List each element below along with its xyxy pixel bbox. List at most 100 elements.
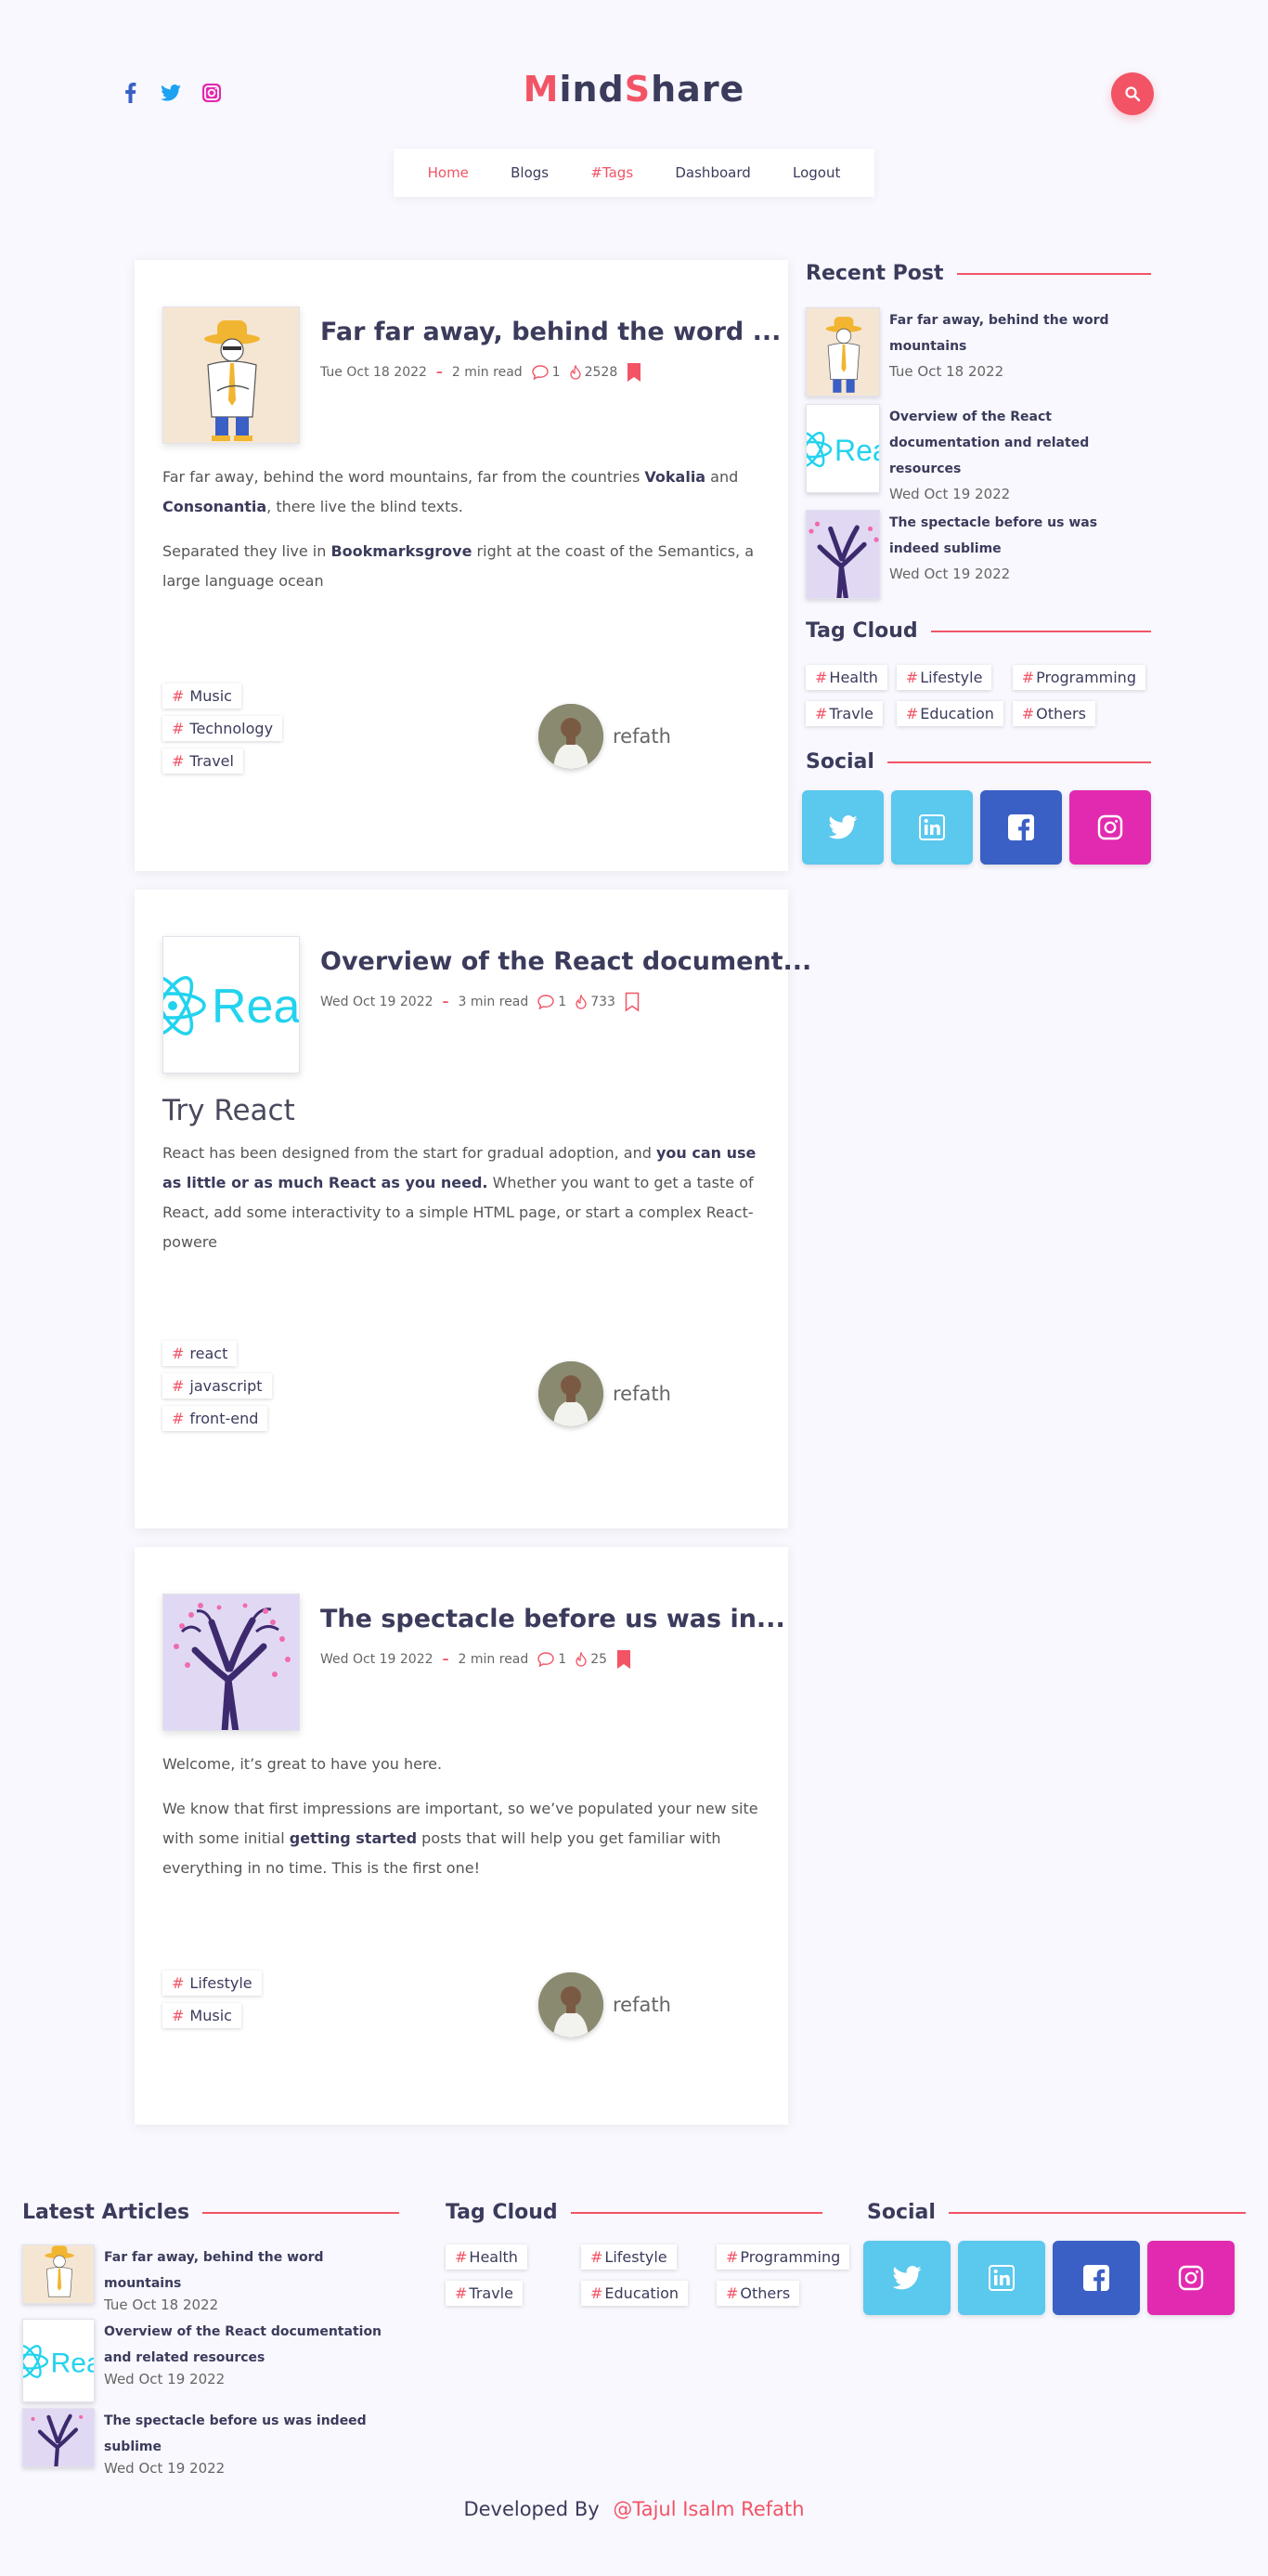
list-item[interactable]: Rea Overview of the React documentation … <box>806 404 1151 502</box>
recent-post-date: Wed Oct 19 2022 <box>889 566 1011 582</box>
tag-chip[interactable]: # Education <box>896 701 1003 726</box>
article-date: Wed Oct 19 2022 <box>104 2371 226 2387</box>
footer-tags: # Health # Lifestyle # Programming # Travle … <box>446 2244 850 2306</box>
bookmark-icon[interactable] <box>616 1649 631 1670</box>
main-nav: Home Blogs #Tags Dashboard Logout <box>394 149 874 197</box>
tag-cloud-heading: Tag Cloud <box>806 619 1151 643</box>
views-icon <box>576 1652 587 1667</box>
linkedin-button[interactable] <box>891 790 973 865</box>
article-thumbnail: Rea <box>22 2319 95 2402</box>
avatar <box>538 704 603 769</box>
instagram-button[interactable] <box>1069 790 1151 865</box>
comment-count: 1 <box>551 365 561 380</box>
nav-blogs[interactable]: Blogs <box>511 164 549 181</box>
site-logo[interactable]: MindShare <box>0 69 1268 110</box>
nav-logout[interactable]: Logout <box>793 164 840 181</box>
recent-post-title[interactable]: Overview of the React documentation and … <box>889 404 1151 482</box>
linkedin-icon <box>919 814 945 840</box>
list-item[interactable]: The spectacle before us was indeed subli… <box>806 510 1151 599</box>
svg-text:Rea: Rea <box>212 980 300 1034</box>
tag-chip[interactable]: # Programming <box>717 2244 850 2270</box>
article-thumbnail <box>22 2408 95 2467</box>
sidebar: Recent Post Far far away, behind the wor… <box>802 262 1151 865</box>
tag-chip[interactable]: # Programming <box>1012 665 1145 690</box>
instagram-button[interactable] <box>1147 2241 1235 2315</box>
post-title[interactable]: The spectacle before us was in... <box>320 1605 785 1633</box>
facebook-icon <box>1008 814 1034 840</box>
post-thumbnail[interactable] <box>162 306 300 444</box>
view-count: 733 <box>590 995 615 1009</box>
twitter-button[interactable] <box>863 2241 951 2315</box>
read-time: 3 min read <box>458 995 529 1009</box>
post-author[interactable]: refath <box>538 1972 671 2037</box>
list-item[interactable]: The spectacle before us was indeed subli… <box>22 2408 399 2477</box>
comment-icon[interactable] <box>537 995 554 1009</box>
recent-post-title[interactable]: The spectacle before us was indeed subli… <box>889 510 1151 562</box>
linkedin-icon <box>989 2265 1015 2291</box>
tag-chip[interactable]: # Lifestyle <box>896 665 992 690</box>
search-icon <box>1125 86 1141 102</box>
post-tags: # react # javascript # front-end <box>162 1341 272 1431</box>
facebook-button[interactable] <box>1053 2241 1140 2315</box>
tag-chip[interactable]: # Others <box>1012 701 1095 726</box>
post-title[interactable]: Far far away, behind the word ... <box>320 318 781 346</box>
tag-chip[interactable]: # Lifestyle <box>581 2244 677 2270</box>
post-thumbnail[interactable]: Rea <box>162 936 300 1073</box>
comment-count: 1 <box>558 995 567 1009</box>
post-date: Wed Oct 19 2022 <box>320 995 433 1009</box>
tag-chip[interactable]: # react <box>162 1341 238 1366</box>
nav-dashboard[interactable]: Dashboard <box>675 164 750 181</box>
tag-chip[interactable]: # Education <box>581 2281 689 2306</box>
post-meta: Wed Oct 19 2022 – 2 min read 1 25 <box>320 1649 631 1670</box>
comment-icon[interactable] <box>537 1652 554 1667</box>
post-excerpt: Far far away, behind the word mountains,… <box>162 468 755 590</box>
recent-post-title[interactable]: Far far away, behind the word mountains <box>889 307 1151 359</box>
tag-chip[interactable]: # Travle <box>806 701 883 726</box>
post-title[interactable]: Overview of the React document... <box>320 947 811 976</box>
list-item[interactable]: Far far away, behind the word mountains … <box>806 307 1151 397</box>
tag-chip[interactable]: # Health <box>806 665 887 690</box>
tag-cloud: # Health # Lifestyle # Programming # Travle … <box>806 665 1145 726</box>
post-thumbnail[interactable] <box>162 1594 300 1731</box>
tag-chip[interactable]: # javascript <box>162 1373 272 1399</box>
author-link[interactable]: @Tajul Isalm Refath <box>613 2498 804 2520</box>
list-item[interactable]: Rea Overview of the React documentation … <box>22 2319 399 2402</box>
recent-post-heading: Recent Post <box>806 262 1151 285</box>
linkedin-button[interactable] <box>958 2241 1045 2315</box>
bookmark-outline-icon[interactable] <box>625 992 640 1012</box>
tag-chip[interactable]: # Lifestyle <box>162 1971 262 1996</box>
nav-tags[interactable]: #Tags <box>590 164 633 181</box>
article-title[interactable]: Far far away, behind the word mountains <box>104 2244 399 2296</box>
post-author[interactable]: refath <box>538 704 671 769</box>
nav-home[interactable]: Home <box>428 164 469 181</box>
tag-chip[interactable]: # Others <box>717 2281 800 2306</box>
recent-thumbnail <box>806 307 880 397</box>
facebook-button[interactable] <box>980 790 1062 865</box>
list-item[interactable]: Far far away, behind the word mountains … <box>22 2244 399 2313</box>
article-date: Tue Oct 18 2022 <box>104 2296 219 2313</box>
search-button[interactable] <box>1111 72 1154 115</box>
twitter-icon <box>892 2266 922 2290</box>
view-count: 2528 <box>584 365 618 380</box>
bookmark-icon[interactable] <box>627 362 641 383</box>
tag-chip[interactable]: # Travle <box>446 2281 523 2306</box>
post-card: Far far away, behind the word ... Tue Oc… <box>135 260 788 871</box>
post-tags: # Music # Technology # Travel <box>162 683 283 774</box>
tag-chip[interactable]: # front-end <box>162 1406 268 1431</box>
post-author[interactable]: refath <box>538 1361 671 1426</box>
footer-latest-articles: Latest Articles Far far away, behind the… <box>22 2201 399 2477</box>
instagram-icon <box>1178 2265 1204 2291</box>
tag-chip[interactable]: # Music <box>162 2003 241 2028</box>
tag-chip[interactable]: # Travel <box>162 748 243 774</box>
recent-post-date: Tue Oct 18 2022 <box>889 363 1004 380</box>
footer-tag-cloud: Tag Cloud # Health # Lifestyle # Programmin… <box>446 2201 850 2306</box>
post-tags: # Lifestyle # Music <box>162 1971 262 2028</box>
article-title[interactable]: The spectacle before us was indeed subli… <box>104 2408 399 2460</box>
twitter-button[interactable] <box>802 790 884 865</box>
article-title[interactable]: Overview of the React documentation and … <box>104 2319 399 2371</box>
tag-chip[interactable]: # Health <box>446 2244 527 2270</box>
tag-chip[interactable]: # Technology <box>162 716 283 741</box>
facebook-icon <box>1083 2265 1109 2291</box>
tag-chip[interactable]: # Music <box>162 683 241 709</box>
comment-icon[interactable] <box>531 365 549 380</box>
